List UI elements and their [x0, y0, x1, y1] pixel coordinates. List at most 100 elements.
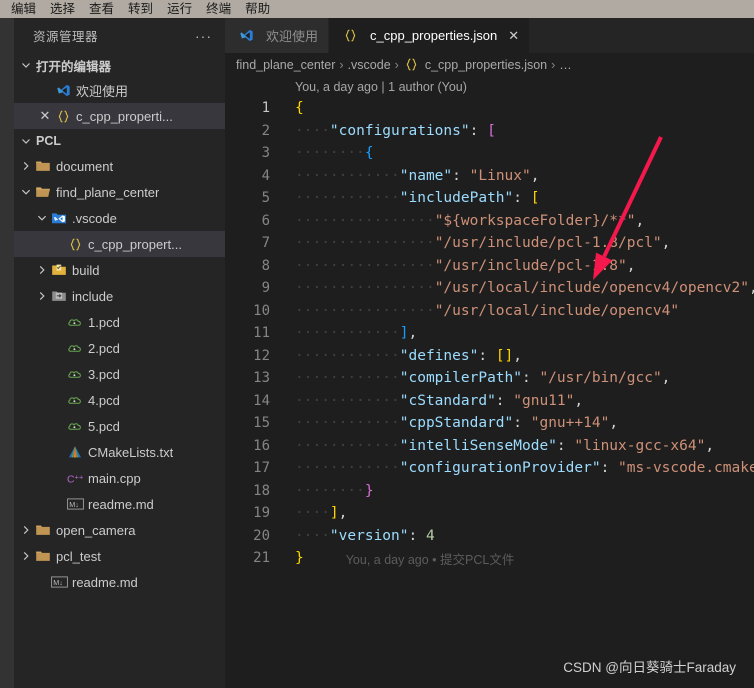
folder-build-icon — [50, 262, 68, 278]
code-line-text: ················"/usr/local/include/open… — [295, 302, 680, 319]
tree-item[interactable]: 2.pcd — [14, 335, 225, 361]
breadcrumb-item[interactable]: c_cpp_properties.json — [425, 58, 547, 72]
line-number: 1 — [261, 100, 270, 117]
tree-item-label: 3.pcd — [88, 366, 120, 382]
code-line[interactable]: 20 ····"version": 4 — [225, 525, 754, 548]
open-editors-label: 打开的编辑器 — [36, 59, 112, 74]
chevron-right-icon[interactable] — [34, 262, 50, 278]
tree-item[interactable]: CMakeLists.txt — [14, 439, 225, 465]
close-icon[interactable]: ✕ — [508, 28, 519, 44]
close-icon[interactable]: ✕ — [36, 108, 54, 124]
open-editors-list: 欢迎使用 ✕ c_cpp_properti... — [14, 77, 225, 129]
breadcrumb-separator: › — [394, 57, 399, 72]
open-editor-item[interactable]: ✕ c_cpp_properti... — [14, 103, 225, 129]
breadcrumb[interactable]: find_plane_center › .vscode › c_cpp_properti… — [225, 53, 754, 76]
menu-item[interactable]: 运行 — [160, 0, 199, 18]
code-line-text: ········{ — [295, 145, 374, 162]
chevron-right-icon[interactable] — [34, 288, 50, 304]
open-editors-header[interactable]: 打开的编辑器 — [14, 53, 225, 77]
markdown-icon: M↓ — [66, 496, 84, 512]
tree-item[interactable]: document — [14, 153, 225, 179]
tree-item[interactable]: find_plane_center — [14, 179, 225, 205]
tree-item[interactable]: .vscode — [14, 205, 225, 231]
tree-item[interactable]: c_cpp_propert... — [14, 231, 225, 257]
breadcrumb-item[interactable]: .vscode — [348, 58, 391, 72]
tree-item[interactable]: build — [14, 257, 225, 283]
code-line[interactable]: 9 ················"/usr/local/include/ope… — [225, 277, 754, 300]
code-line[interactable]: 7 ················"/usr/include/pcl-1.8/p… — [225, 232, 754, 255]
tree-item[interactable]: include — [14, 283, 225, 309]
menu-item[interactable]: 转到 — [121, 0, 160, 18]
code-line[interactable]: 14 ············"cStandard": "gnu11", — [225, 390, 754, 413]
tree-item[interactable]: open_camera — [14, 517, 225, 543]
code-line[interactable]: 6 ················"${workspaceFolder}/**"… — [225, 210, 754, 233]
tree-item[interactable]: pcl_test — [14, 543, 225, 569]
code-line-text: ················"/usr/local/include/open… — [295, 280, 754, 297]
code-line[interactable]: 2 ····"configurations": [ — [225, 120, 754, 143]
tree-twisty-placeholder — [50, 392, 66, 408]
chevron-down-icon[interactable] — [34, 210, 50, 226]
code-line[interactable]: 11 ············], — [225, 322, 754, 345]
code-line[interactable]: 3 ········{ — [225, 142, 754, 165]
code-line[interactable]: 5 ············"includePath": [ — [225, 187, 754, 210]
code-line-text: ····"configurations": [ — [295, 122, 496, 139]
code-line[interactable]: 15 ············"cppStandard": "gnu++14", — [225, 412, 754, 435]
code-line-text: { — [295, 100, 304, 117]
tree-item-label: c_cpp_propert... — [88, 236, 182, 252]
chevron-right-icon[interactable] — [18, 522, 34, 538]
chevron-right-icon[interactable] — [18, 158, 34, 174]
editor-tab-label: 欢迎使用 — [266, 29, 319, 44]
menu-item[interactable]: 编辑 — [4, 0, 43, 18]
open-editor-item[interactable]: 欢迎使用 — [14, 77, 225, 103]
main-frame: 资源管理器 ··· 打开的编辑器 欢迎使用 ✕ c_cpp_properti... … — [0, 18, 754, 688]
code-line[interactable]: 12 ············"defines": [], — [225, 345, 754, 368]
menu-bar: 编辑 选择 查看 转到 运行 终端 帮助 — [0, 0, 754, 18]
code-editor[interactable]: 1{2 ····"configurations": [3 ········{4 ···… — [225, 97, 754, 688]
breadcrumb-item[interactable]: … — [559, 58, 572, 72]
tree-item[interactable]: C ++ main.cpp — [14, 465, 225, 491]
code-line-text: ················"${workspaceFolder}/**", — [295, 212, 645, 229]
tree-item-label: readme.md — [88, 496, 154, 512]
code-line[interactable]: 18 ········} — [225, 480, 754, 503]
code-line[interactable]: 4 ············"name": "Linux", — [225, 165, 754, 188]
chevron-right-icon[interactable] — [18, 548, 34, 564]
editor-tab[interactable]: c_cpp_properties.json ✕ — [329, 18, 531, 53]
activity-bar[interactable] — [0, 18, 14, 688]
menu-item[interactable]: 选择 — [43, 0, 82, 18]
chevron-down-icon[interactable] — [18, 184, 34, 200]
menu-item[interactable]: 帮助 — [238, 0, 277, 18]
menu-item[interactable]: 终端 — [199, 0, 238, 18]
tree-item-label: build — [72, 262, 100, 278]
code-line[interactable]: 21} You, a day ago • 提交PCL文件 — [225, 547, 754, 570]
code-line[interactable]: 1{ — [225, 97, 754, 120]
line-number: 15 — [253, 415, 270, 432]
explorer-more-actions-icon[interactable]: ··· — [195, 29, 212, 43]
open-editor-label: c_cpp_properti... — [76, 108, 173, 124]
tree-item[interactable]: 5.pcd — [14, 413, 225, 439]
tree-item[interactable]: 4.pcd — [14, 387, 225, 413]
tree-item[interactable]: 1.pcd — [14, 309, 225, 335]
tree-twisty-placeholder — [50, 444, 66, 460]
tree-item[interactable]: M↓ readme.md — [14, 569, 225, 595]
code-line[interactable]: 17 ············"configurationProvider": "… — [225, 457, 754, 480]
code-line[interactable]: 13 ············"compilerPath": "/usr/bin/… — [225, 367, 754, 390]
tree-item[interactable]: 3.pcd — [14, 361, 225, 387]
code-line-text: ········} — [295, 482, 374, 499]
tree-item-label: readme.md — [72, 574, 138, 590]
editor-tab[interactable]: 欢迎使用 — [225, 18, 330, 53]
code-line[interactable]: 16 ············"intelliSenseMode": "linux… — [225, 435, 754, 458]
code-line[interactable]: 10 ················"/usr/local/include/op… — [225, 300, 754, 323]
workspace-root-header[interactable]: PCL — [14, 129, 225, 153]
line-number: 6 — [261, 212, 270, 229]
code-line[interactable]: 8 ················"/usr/include/pcl-1.8", — [225, 255, 754, 278]
breadcrumb-separator: › — [551, 57, 556, 72]
line-number: 7 — [261, 235, 270, 252]
line-number: 13 — [253, 370, 270, 387]
tree-twisty-placeholder — [50, 340, 66, 356]
folder-icon — [34, 158, 52, 174]
tree-item-label: 2.pcd — [88, 340, 120, 356]
tree-item[interactable]: M↓ readme.md — [14, 491, 225, 517]
menu-item[interactable]: 查看 — [82, 0, 121, 18]
code-line[interactable]: 19 ····], — [225, 502, 754, 525]
breadcrumb-item[interactable]: find_plane_center — [236, 58, 335, 72]
